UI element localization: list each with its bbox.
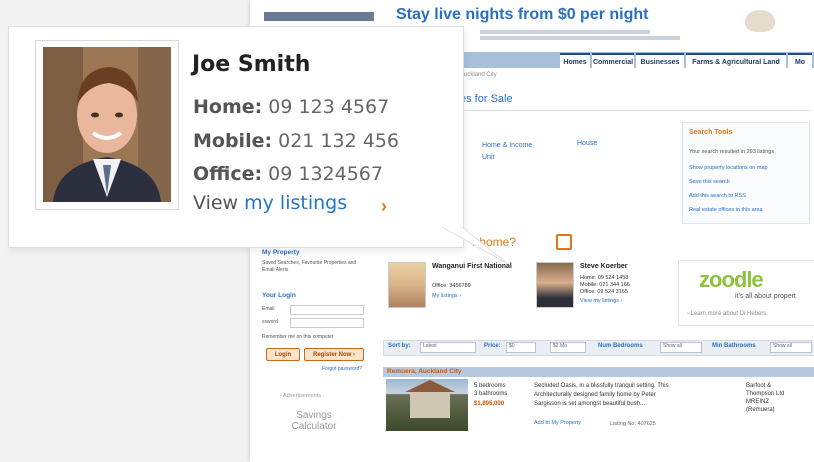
listing-number: Listing No: 407625: [610, 421, 656, 427]
agent-home: Home: 09 524 1458: [580, 275, 629, 281]
property-type-house[interactable]: House: [577, 140, 597, 147]
price-to-select[interactable]: $2 Mo: [550, 342, 586, 353]
email-label: Email: [262, 306, 275, 312]
listing-description: Secluded Oasis, in a blissfully tranquil…: [534, 383, 669, 389]
chevron-right-icon[interactable]: ›: [381, 196, 387, 217]
sort-select[interactable]: Latest: [420, 342, 476, 353]
agent-name: Steve Koerber: [580, 263, 628, 270]
bedrooms-label: Num Bedrooms: [598, 343, 643, 349]
house-icon: [556, 234, 572, 250]
zoodle-ad[interactable]: zoodle it's all about propert › Learn mo…: [678, 260, 814, 326]
search-tools-panel: Search Tools Your search resulted in 293…: [682, 122, 810, 224]
register-button[interactable]: Register Now ›: [304, 348, 364, 361]
agent-office: Office: 3456789: [432, 283, 471, 289]
price-from-select[interactable]: $0: [506, 342, 536, 353]
login-heading: Your Login: [262, 292, 296, 299]
search-result-count: Your search resulted in 293 listings: [689, 149, 775, 155]
agent-portrait-image: [43, 47, 171, 202]
savings-calculator-ad[interactable]: Savings Calculator: [274, 410, 354, 432]
listing-photo-roof: [405, 380, 455, 392]
home-phone-row: Home: 09 123 4567: [193, 96, 389, 118]
bathrooms-label: Min Bathrooms: [712, 343, 756, 349]
banner-slogan: Stay live nights from $0 per night: [396, 6, 649, 23]
listing-bedrooms: 5 bedrooms: [474, 383, 506, 389]
agent-photo: [388, 262, 426, 308]
my-property-text: Saved Searches, Favourite Properties and…: [262, 260, 357, 273]
office-label: Office:: [193, 163, 263, 185]
listing-description: Architecturally designed family home by …: [534, 392, 656, 398]
sort-by-label: Sort by:: [388, 343, 411, 349]
my-listings-link[interactable]: my listings: [244, 192, 347, 214]
agent-listings-link[interactable]: My listings ›: [432, 293, 461, 299]
home-label: Home:: [193, 96, 263, 118]
popup-pointer: [440, 226, 509, 265]
offices-link[interactable]: Real estate offices in this area: [689, 207, 763, 213]
tab-more[interactable]: Mo: [788, 53, 812, 69]
property-type-list: Home & Income Unit: [482, 140, 532, 164]
show-map-link[interactable]: Show property locations on map: [689, 165, 768, 171]
home-phone: 09 123 4567: [268, 96, 390, 118]
agent-listings-link[interactable]: View my listings ›: [580, 298, 622, 304]
login-button[interactable]: Login: [266, 348, 300, 361]
zoodle-logo: zoodle: [699, 267, 764, 292]
tab-commercial[interactable]: Commercial: [592, 53, 634, 69]
email-field[interactable]: [290, 305, 364, 315]
bathrooms-select[interactable]: Show all: [770, 342, 812, 353]
remember-me-checkbox[interactable]: Remember me on this computer: [262, 334, 333, 341]
page-title: es for Sale: [460, 93, 513, 105]
listing-description: Sargisson is set amongst beautiful bush.…: [534, 401, 646, 407]
password-field[interactable]: [290, 318, 364, 328]
banner-fine-print: [480, 36, 680, 40]
agent-mobile: Mobile: 021 344 166: [580, 282, 630, 288]
listing-agent: (Remuera): [746, 407, 775, 413]
advertisements-label: - Advertisements -: [280, 393, 325, 399]
listing-agent: Barfoot &: [746, 383, 772, 389]
rss-link[interactable]: Add this search to RSS: [689, 193, 746, 199]
view-listings-row: View my listings: [193, 192, 347, 214]
password-label: ssword: [262, 319, 278, 325]
site-logo[interactable]: [264, 12, 374, 21]
bedrooms-select[interactable]: Show all: [660, 342, 702, 353]
mobile-phone-row: Mobile: 021 132 456: [193, 130, 399, 152]
mobile-label: Mobile:: [193, 130, 273, 152]
office-phone-row: Office: 09 1324567: [193, 163, 383, 185]
tab-businesses[interactable]: Businesses: [636, 53, 684, 69]
listing-agent: MREINZ: [746, 399, 769, 405]
banner-dog-image: [745, 10, 775, 32]
office-phone: 09 1324567: [268, 163, 383, 185]
contact-name: Joe Smith: [192, 52, 311, 77]
agent-office: Office: 09 524 3165: [580, 289, 628, 295]
tab-homes[interactable]: Homes: [560, 53, 590, 69]
property-type-home-income[interactable]: Home & Income: [482, 140, 532, 152]
mobile-phone: 021 132 456: [278, 130, 399, 152]
search-tools-title: Search Tools: [689, 129, 733, 136]
listing-price: $1,895,000: [474, 401, 505, 407]
property-type-unit[interactable]: Unit: [482, 152, 532, 164]
price-label: Price:: [484, 343, 501, 349]
zoodle-tagline: it's all about propert: [735, 293, 796, 300]
agent-portrait: [43, 47, 171, 202]
listing-photo-house: [410, 392, 450, 418]
forgot-password-link[interactable]: Forgot password?: [322, 366, 362, 373]
view-prefix: View: [193, 192, 239, 214]
listing-agent: Thompson Ltd: [746, 391, 785, 397]
listing-location[interactable]: Remuera, Auckland City: [387, 368, 462, 375]
save-search-link[interactable]: Save this search: [689, 179, 730, 185]
zoodle-learn-more[interactable]: › Learn more about Di Hebers: [687, 311, 766, 317]
add-to-my-property-link[interactable]: Add to My Property: [534, 420, 581, 426]
listing-header[interactable]: Remuera, Auckland City: [383, 367, 814, 377]
agent-photo: [536, 262, 574, 308]
listing-bathrooms: 3 bathrooms: [474, 391, 508, 397]
tab-farms[interactable]: Farms & Agricultural Land: [686, 53, 786, 69]
banner-fine-print: [480, 30, 650, 34]
